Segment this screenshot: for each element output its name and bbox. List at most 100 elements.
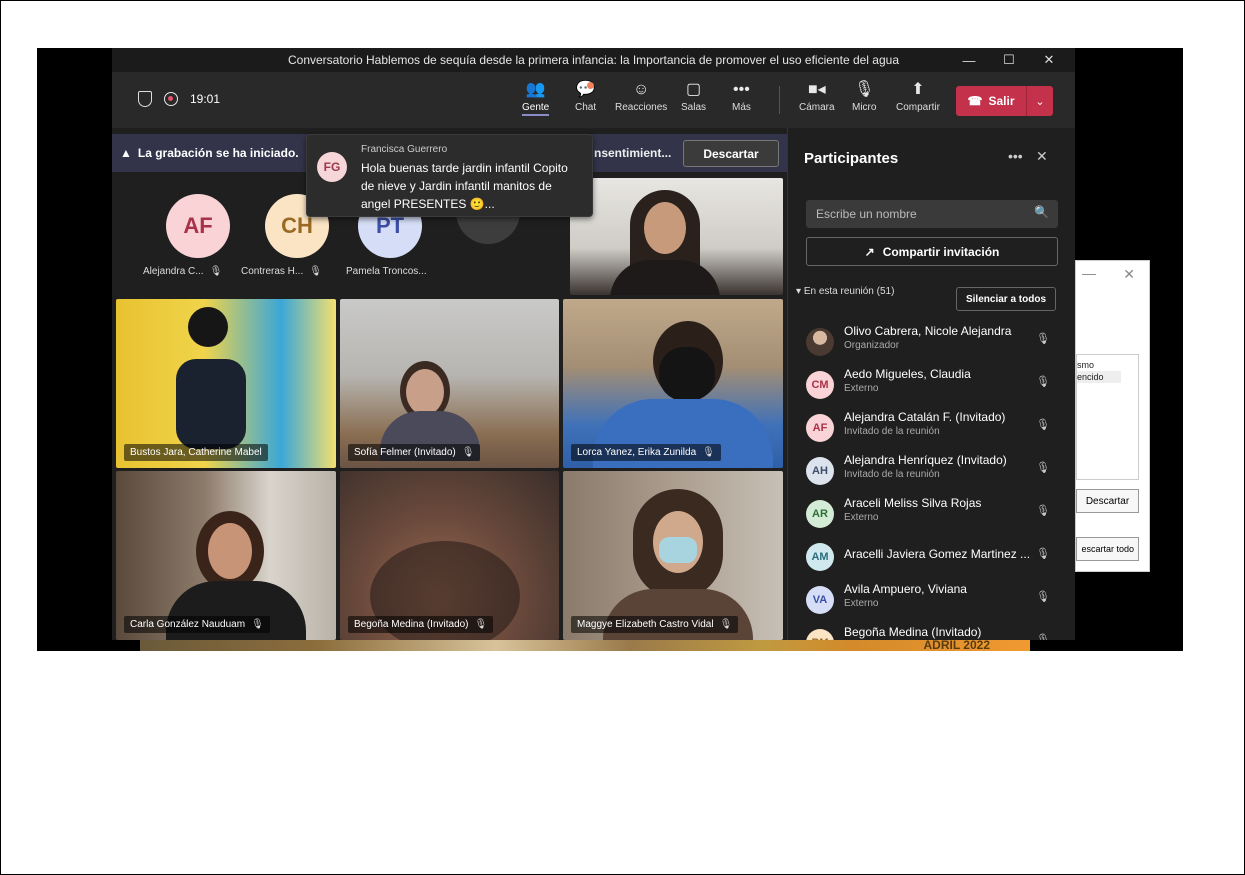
dialog-text-line: encido bbox=[1077, 371, 1121, 383]
participant-name: Maggye Elizabeth Castro Vidal 🎙 bbox=[571, 616, 739, 633]
mic-off-icon: 🎙 bbox=[1036, 462, 1050, 474]
face-mask bbox=[659, 347, 715, 401]
video-tile[interactable]: Carla González Nauduam 🎙 bbox=[116, 471, 336, 640]
avatar: AF bbox=[806, 414, 834, 442]
leave-dropdown-button[interactable]: ⌄ bbox=[1026, 86, 1053, 116]
presenter-body bbox=[610, 260, 720, 295]
share-button[interactable]: ⬆ Compartir bbox=[896, 78, 940, 113]
participant-row-role: Invitado de la reunión bbox=[844, 469, 940, 480]
participant-name: Sofía Felmer (Invitado) 🎙 bbox=[348, 444, 481, 461]
phone-hangup-icon: ☎ bbox=[967, 94, 983, 108]
mic-off-icon: 🎙 bbox=[1036, 548, 1050, 560]
people-icon: 👥 bbox=[525, 81, 546, 98]
participant-row-name: Araceli Meliss Silva Rojas bbox=[844, 496, 982, 510]
meeting-toolbar: 19:01 👥 Gente 💬 Chat ☺ Reacciones ▢ Sala… bbox=[112, 72, 1075, 128]
video-tile[interactable]: Bustos Jara, Catherine Mabel bbox=[116, 299, 336, 468]
participant-row-role: Organizador bbox=[844, 340, 900, 351]
recording-banner-text: La grabación se ha iniciado. bbox=[137, 146, 299, 160]
rooms-button[interactable]: ▢ Salas bbox=[681, 78, 706, 113]
reactions-label: Reacciones bbox=[615, 102, 668, 113]
mic-off-icon: 🎙 bbox=[1036, 591, 1050, 603]
meeting-timer: 19:01 bbox=[190, 92, 221, 106]
video-tile[interactable]: Sofía Felmer (Invitado) 🎙 bbox=[340, 299, 559, 468]
reactions-icon: ☺ bbox=[632, 81, 650, 98]
minimize-button[interactable]: — bbox=[949, 53, 989, 68]
participant-row-role: Externo bbox=[844, 383, 879, 394]
people-button[interactable]: 👥 Gente bbox=[522, 78, 550, 116]
reactions-button[interactable]: ☺ Reacciones bbox=[615, 78, 667, 113]
camera-label: Cámara bbox=[799, 102, 835, 113]
share-screen-icon: ⬆ bbox=[911, 81, 925, 98]
mic-off-icon: 🎙 bbox=[309, 266, 322, 277]
camera-button[interactable]: ■◂ Cámara bbox=[799, 78, 835, 113]
more-button[interactable]: ••• Más bbox=[732, 78, 751, 113]
meeting-stage: ▲ La grabación se ha iniciado. nsentimie… bbox=[112, 128, 787, 640]
share-invite-button[interactable]: ↗ Compartir invitación bbox=[806, 237, 1058, 266]
mic-off-icon: 🎙 bbox=[1036, 505, 1050, 517]
toolbar-divider bbox=[779, 86, 780, 114]
toast-sender: Francisca Guerrero bbox=[361, 144, 448, 155]
video-tile[interactable]: Begoña Medina (Invitado) 🎙 bbox=[340, 471, 559, 640]
shield-icon[interactable] bbox=[138, 91, 152, 107]
close-button[interactable]: ✕ bbox=[1029, 52, 1069, 68]
maximize-button[interactable]: ☐ bbox=[989, 52, 1029, 68]
participant-name: Lorca Yanez, Erika Zunilda 🎙 bbox=[571, 444, 721, 461]
chevron-down-icon: ⌄ bbox=[1035, 95, 1045, 108]
recording-icon bbox=[164, 92, 178, 106]
consent-link[interactable]: nsentimient... bbox=[594, 146, 671, 160]
participant-row-role: Invitado de la reunión bbox=[844, 426, 940, 437]
chat-button[interactable]: 💬 Chat bbox=[575, 78, 596, 113]
mic-off-icon: 🎙 bbox=[1036, 376, 1050, 388]
avatar: AH bbox=[806, 457, 834, 485]
participant-row-name: Avila Ampuero, Viviana bbox=[844, 582, 967, 596]
mute-all-button[interactable]: Silenciar a todos bbox=[956, 287, 1056, 311]
participant-row[interactable]: AF Alejandra Catalán F. (Invitado) Invit… bbox=[806, 410, 1068, 453]
participant-row[interactable]: BM Begoña Medina (Invitado) 🎙 bbox=[806, 625, 1068, 640]
teams-meeting-window: Conversatorio Hablemos de sequía desde l… bbox=[112, 48, 1075, 640]
avatar: CM bbox=[806, 371, 834, 399]
avatar: BM bbox=[806, 629, 834, 640]
chat-toast[interactable]: FG Francisca Guerrero Hola buenas tarde … bbox=[306, 134, 593, 217]
share-invite-label: Compartir invitación bbox=[882, 244, 1000, 259]
rooms-icon: ▢ bbox=[685, 81, 702, 98]
video-tile-presenter[interactable] bbox=[570, 178, 783, 295]
video-tile[interactable]: Maggye Elizabeth Castro Vidal 🎙 bbox=[563, 471, 783, 640]
avatar-tile[interactable]: AF Alejandra C... 🎙 bbox=[143, 194, 248, 277]
mic-off-icon: 🎙 bbox=[474, 619, 488, 630]
leave-label: Salir bbox=[988, 94, 1015, 108]
participant-row[interactable]: AR Araceli Meliss Silva Rojas Externo 🎙 bbox=[806, 496, 1068, 539]
participant-row[interactable]: AM Aracelli Javiera Gomez Martinez ... 🎙 bbox=[806, 539, 1068, 582]
participant-search-input[interactable]: Escribe un nombre 🔍 bbox=[806, 200, 1058, 228]
avatar: AF bbox=[166, 194, 230, 258]
participant-row-name: Aedo Migueles, Claudia bbox=[844, 367, 971, 381]
participant-row-name: Begoña Medina (Invitado) bbox=[844, 625, 982, 639]
participant-row[interactable]: VA Avila Ampuero, Viviana Externo 🎙 bbox=[806, 582, 1068, 625]
dismiss-button[interactable]: Descartar bbox=[1076, 489, 1139, 513]
avatar: VA bbox=[806, 586, 834, 614]
participant-row[interactable]: Olivo Cabrera, Nicole Alejandra Organiza… bbox=[806, 324, 1068, 367]
leave-button[interactable]: ☎ Salir bbox=[956, 86, 1026, 116]
window-title: Conversatorio Hablemos de sequía desde l… bbox=[287, 53, 899, 67]
chat-icon: 💬 bbox=[575, 81, 596, 98]
search-placeholder: Escribe un nombre bbox=[816, 207, 917, 221]
mic-button[interactable]: 🎙 Micro bbox=[852, 78, 876, 113]
participant-row[interactable]: AH Alejandra Henríquez (Invitado) Invita… bbox=[806, 453, 1068, 496]
video-tile[interactable]: Lorca Yanez, Erika Zunilda 🎙 bbox=[563, 299, 783, 468]
in-meeting-section-header[interactable]: ▾ En esta reunión (51) bbox=[796, 286, 894, 297]
background-dialog-window: — ✕ smo encido Descartar escartar todo bbox=[1075, 260, 1150, 572]
participant-row[interactable]: CM Aedo Migueles, Claudia Externo 🎙 bbox=[806, 367, 1068, 410]
participant-name: Bustos Jara, Catherine Mabel bbox=[124, 444, 268, 461]
toast-avatar: FG bbox=[317, 152, 347, 182]
dismiss-banner-button[interactable]: Descartar bbox=[683, 140, 779, 167]
minimize-icon[interactable]: — bbox=[1082, 265, 1096, 281]
more-options-icon[interactable]: ••• bbox=[1008, 148, 1023, 164]
panel-title: Participantes bbox=[804, 150, 899, 167]
rooms-label: Salas bbox=[681, 102, 707, 113]
participant-face bbox=[208, 523, 252, 579]
presenter-face bbox=[644, 202, 686, 254]
close-icon[interactable]: ✕ bbox=[1123, 266, 1135, 283]
dismiss-all-button[interactable]: escartar todo bbox=[1076, 537, 1139, 561]
leave-button-group: ☎ Salir ⌄ bbox=[956, 86, 1053, 116]
close-panel-icon[interactable]: ✕ bbox=[1036, 148, 1048, 165]
camera-icon: ■◂ bbox=[807, 81, 826, 98]
